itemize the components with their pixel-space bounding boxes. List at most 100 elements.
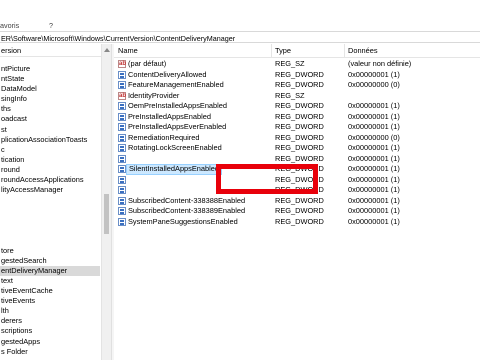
string-value-icon: ab	[118, 60, 127, 68]
tree-item[interactable]	[0, 215, 100, 225]
address-bar[interactable]: ER\Software\Microsoft\Windows\CurrentVer…	[0, 31, 480, 43]
value-row[interactable]: PreInstalledAppsEnabled REG_DWORD 0x000000…	[114, 112, 480, 123]
tree-item[interactable]: oadcast	[0, 114, 100, 124]
value-data: 0x00000001 (1)	[348, 153, 400, 163]
tree-header-label: ersion	[1, 46, 22, 55]
key-tree-pane: ersion ntPicture ntState DataModel singInfo…	[0, 44, 111, 360]
dword-value-icon	[118, 154, 126, 163]
value-name: (par défaut)	[128, 59, 167, 68]
address-path: ER\Software\Microsoft\Windows\CurrentVer…	[1, 34, 236, 43]
value-data: 0x00000001 (1)	[348, 69, 400, 79]
highlight-annotation	[216, 164, 318, 194]
value-name: OemPreInstalledAppsEnabled	[128, 101, 228, 110]
column-header-type[interactable]: Type	[275, 44, 291, 57]
value-data: 0x00000001 (1)	[348, 206, 400, 215]
value-type: REG_DWORD	[275, 80, 324, 89]
value-row[interactable]: PreInstalledAppsEverEnabled REG_DWORD 0x00…	[114, 122, 480, 133]
value-name: SubscribedContent-338388Enabled	[128, 195, 246, 205]
column-divider[interactable]	[344, 44, 345, 57]
value-name: IdentityProvider	[128, 90, 180, 100]
tree-item[interactable]: ths	[0, 104, 100, 114]
tree-item[interactable]: derers	[0, 316, 100, 326]
tree-item[interactable]: tiveEvents	[0, 296, 100, 306]
tree-item[interactable]	[0, 205, 100, 215]
dword-value-icon	[118, 102, 126, 110]
tree-item[interactable]: tiveEventCache	[0, 286, 100, 296]
tree-scrollbar[interactable]	[101, 44, 111, 360]
value-name: SystemPaneSuggestionsEnabled	[128, 216, 238, 226]
tree-item[interactable]: ntState	[0, 74, 100, 84]
tree-item[interactable]: ntPicture	[0, 64, 100, 74]
tree-item[interactable]: roundAccessApplications	[0, 175, 100, 185]
tree-item[interactable]: scriptions	[0, 326, 100, 336]
value-row[interactable]: RotatingLockScreenEnabled REG_DWORD 0x0000…	[114, 143, 480, 154]
value-data: 0x00000001 (1)	[348, 122, 400, 131]
tree-item[interactable]	[0, 195, 100, 205]
value-data: 0x00000000 (0)	[348, 80, 400, 89]
value-type: REG_DWORD	[275, 143, 324, 152]
menu-help[interactable]: ?	[49, 21, 53, 30]
tree-item[interactable]: st	[0, 125, 100, 135]
dword-value-icon	[118, 123, 126, 131]
value-data: 0x00000001 (1)	[348, 195, 400, 205]
tree-item[interactable]: entDeliveryManager	[0, 265, 100, 276]
column-divider[interactable]	[271, 44, 272, 57]
column-header-data[interactable]: Données	[348, 44, 378, 57]
value-data: 0x00000000 (0)	[348, 132, 400, 142]
value-data: 0x00000001 (1)	[348, 101, 400, 110]
value-data: 0x00000001 (1)	[348, 111, 400, 121]
value-row[interactable]: ContentDeliveryAllowed REG_DWORD 0x0000000…	[114, 70, 480, 81]
tree-item[interactable]: s Folder	[0, 347, 100, 357]
dword-value-icon	[118, 196, 126, 205]
value-type: REG_SZ	[275, 90, 305, 100]
value-type: REG_SZ	[275, 59, 305, 68]
tree-item[interactable]: c	[0, 145, 100, 155]
dword-value-icon	[118, 186, 126, 194]
value-row[interactable]: REG_DWORD 0x00000001 (1)	[114, 154, 480, 165]
value-row[interactable]: OemPreInstalledAppsEnabled REG_DWORD 0x000…	[114, 101, 480, 112]
value-type: REG_DWORD	[275, 216, 324, 226]
tree-item[interactable]: lth	[0, 306, 100, 316]
value-row[interactable]: SubscribedContent-338388Enabled REG_DWORD…	[114, 196, 480, 207]
value-name: SubscribedContent-338389Enabled	[128, 206, 246, 215]
column-header-name[interactable]: Name	[118, 44, 138, 57]
tree-item[interactable]: plicationAssociationToasts	[0, 135, 100, 145]
dword-value-icon	[118, 81, 126, 89]
value-type: REG_DWORD	[275, 153, 324, 163]
tree-header: ersion	[0, 44, 111, 57]
scroll-thumb[interactable]	[104, 194, 109, 234]
tree-item[interactable]: gestedSearch	[0, 256, 100, 266]
dword-value-icon	[118, 70, 126, 79]
value-row[interactable]: SubscribedContent-338389Enabled REG_DWORD…	[114, 206, 480, 217]
tree-item[interactable]: tore	[0, 246, 100, 256]
value-row[interactable]: ab IdentityProvider REG_SZ	[114, 91, 480, 102]
value-row[interactable]: FeatureManagementEnabled REG_DWORD 0x00000…	[114, 80, 480, 91]
dword-value-icon	[118, 133, 126, 142]
values-pane: Name Type Données ab (par défaut) REG_SZ (v…	[114, 44, 480, 360]
value-data: 0x00000001 (1)	[348, 164, 400, 173]
value-type: REG_DWORD	[275, 122, 324, 131]
value-type: REG_DWORD	[275, 206, 324, 215]
value-name: RemediationRequired	[128, 132, 200, 142]
value-data: 0x00000001 (1)	[348, 143, 400, 152]
value-row[interactable]: ab (par défaut) REG_SZ (valeur non définie)	[114, 59, 480, 70]
value-row[interactable]: SystemPaneSuggestionsEnabled REG_DWORD 0x0…	[114, 217, 480, 228]
tree-item[interactable]: text	[0, 276, 100, 286]
menu-favorites[interactable]: avoris	[0, 21, 19, 30]
tree-item[interactable]: round	[0, 165, 100, 175]
tree-item[interactable]	[0, 236, 100, 246]
value-name: FeatureManagementEnabled	[128, 80, 224, 89]
value-data: (valeur non définie)	[348, 59, 412, 68]
value-name: ContentDeliveryAllowed	[128, 69, 207, 79]
dword-value-icon	[118, 207, 126, 215]
tree-item[interactable]	[0, 226, 100, 236]
tree-item[interactable]: singInfo	[0, 94, 100, 104]
tree-item[interactable]: tication	[0, 155, 100, 165]
scroll-up-arrow-icon[interactable]	[104, 48, 110, 52]
tree-item[interactable]: gestedApps	[0, 337, 100, 347]
value-row[interactable]: RemediationRequired REG_DWORD 0x00000000 (…	[114, 133, 480, 144]
tree-item[interactable]: lityAccessManager	[0, 185, 100, 195]
dword-value-icon	[118, 175, 126, 184]
tree-item[interactable]: DataModel	[0, 84, 100, 94]
value-name: PreInstalledAppsEverEnabled	[128, 122, 227, 131]
